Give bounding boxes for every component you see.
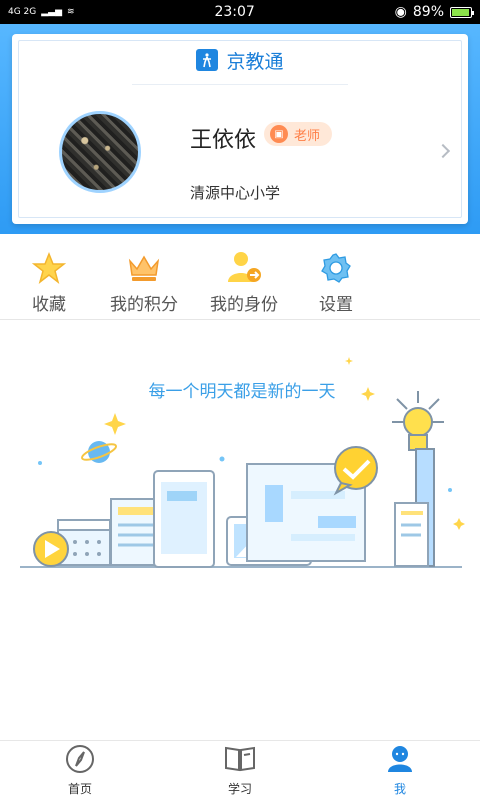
role-label: 老师 [294,128,321,144]
identity-button[interactable]: 我的身份 [199,250,289,316]
settings-button[interactable]: 设置 [291,250,381,316]
user-name: 王依依 [190,128,257,153]
tab-learning-label: 学习 [227,782,252,796]
mobile-doc-icon [394,502,429,567]
teacher-icon: ▣ [270,125,288,143]
favorites-button[interactable]: 收藏 [4,250,94,316]
signal-icon: ▂▃▅ [41,7,63,17]
app-title: 京教通 [226,50,284,73]
network-label: 4G 2G [8,7,37,17]
check-bubble-icon [333,446,378,496]
compass-icon [66,745,94,773]
settings-label: 设置 [319,295,353,315]
tab-me-label: 我 [393,782,406,796]
wifi-icon: ≋ [67,7,75,17]
lock-rotation-icon: ◉ [394,4,407,20]
favorites-label: 收藏 [32,295,66,315]
profile-card[interactable]: 京教通 王依依 ▣ 老师 清源中心小学 [12,34,468,224]
profile-header: 京教通 王依依 ▣ 老师 清源中心小学 [0,24,480,234]
user-icon [388,746,412,772]
bottom-tab-bar: 首页 学习 我 [0,740,480,800]
learning-illustration: 每一个明天都是新的一天 [20,357,465,568]
book-icon [225,746,255,772]
points-label: 我的积分 [110,295,178,315]
gear-icon [291,250,381,286]
app-brand: 京教通 [12,46,468,74]
tablet-icon [153,470,215,568]
signal-indicators: 4G 2G ▂▃▅ ≋ [8,7,75,17]
identity-label: 我的身份 [210,295,278,315]
crown-icon [99,250,189,286]
play-icon [33,531,69,567]
points-button[interactable]: 我的积分 [99,250,189,316]
school-name: 清源中心小学 [190,184,281,202]
avatar[interactable] [59,111,141,193]
tab-home-label: 首页 [67,782,92,796]
tab-learning[interactable]: 学习 [160,741,320,800]
battery-percentage: 89% [412,4,444,20]
tab-home[interactable]: 首页 [0,741,160,800]
quick-actions: 收藏 我的积分 我的身份 设置 [0,244,480,320]
status-right: ◉ 89% [394,4,474,20]
hero-text: 每一个明天都是新的一天 [149,382,336,402]
app-logo-icon [196,49,219,71]
header-divider [132,84,348,85]
star-icon [4,250,94,286]
identity-icon [199,250,289,286]
planet-icon [80,441,118,463]
role-badge: ▣ 老师 [264,122,333,146]
main-content: 每一个明天都是新的一天 [0,321,480,739]
clock: 23:07 [214,4,255,20]
tab-me[interactable]: 我 [320,741,480,800]
status-bar: 4G 2G ▂▃▅ ≋ 23:07 ◉ 89% [0,0,480,24]
battery-icon [450,6,474,18]
